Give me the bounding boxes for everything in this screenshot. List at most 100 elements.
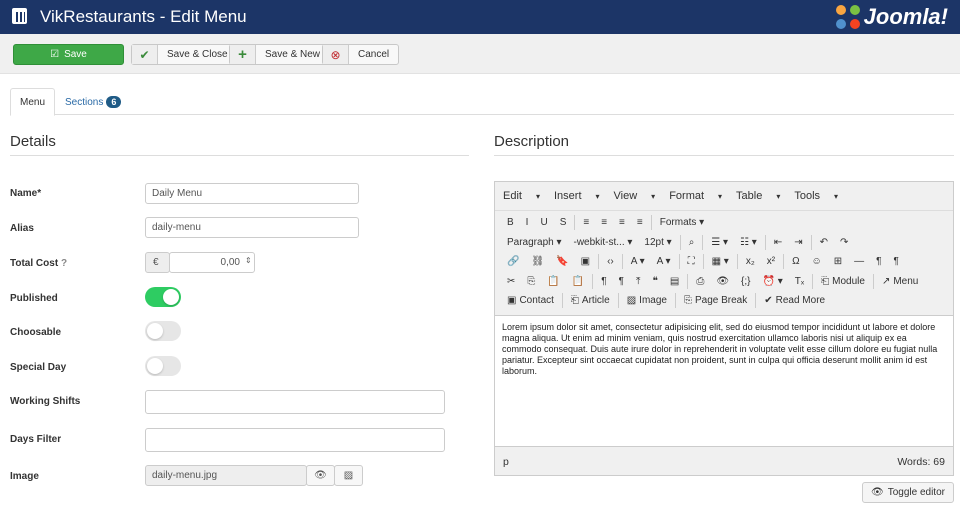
- description-heading: Description: [494, 133, 570, 150]
- cut-button[interactable]: ✂: [501, 276, 521, 287]
- visual-chars-button[interactable]: ¶: [595, 276, 612, 287]
- days-filter-input[interactable]: [145, 428, 445, 452]
- table-button[interactable]: ▦ ▾: [706, 256, 735, 267]
- copy-button[interactable]: ⎘: [521, 276, 541, 287]
- bold-button[interactable]: B: [501, 217, 520, 228]
- bold-icon: B: [507, 217, 514, 229]
- strikethrough-button[interactable]: S: [554, 217, 573, 228]
- tab-sections[interactable]: Sections 6: [56, 88, 130, 115]
- menu-insert[interactable]: Insert: [554, 190, 582, 202]
- spinner-icon[interactable]: ⇕: [245, 256, 252, 265]
- align-left-button[interactable]: ≡: [577, 217, 595, 228]
- redo-button[interactable]: ↷: [834, 237, 854, 248]
- total-cost-input[interactable]: 0,00: [169, 252, 255, 273]
- menu-tools[interactable]: Tools: [794, 190, 820, 202]
- bookmark-button[interactable]: 🔖: [550, 256, 574, 267]
- upload-icon: ⤒: [636, 275, 641, 287]
- read-more-button[interactable]: ✔ Read More: [758, 295, 831, 306]
- save-close-button[interactable]: ✔ Save & Close: [131, 44, 238, 65]
- dropdown-button[interactable]: -webkit-st... ▾: [568, 237, 639, 248]
- underline-button[interactable]: U: [534, 217, 553, 228]
- media-button[interactable]: ⊞: [828, 256, 848, 267]
- save-new-button[interactable]: + Save & New: [229, 44, 331, 65]
- menu-button[interactable]: ↗ Menu: [876, 276, 924, 287]
- find-button[interactable]: ⌕: [683, 237, 701, 248]
- editor-content[interactable]: Lorem ipsum dolor sit amet, consectetur …: [495, 315, 953, 447]
- help-icon[interactable]: ?: [61, 258, 67, 269]
- code-button[interactable]: ‹›: [601, 256, 620, 267]
- image-button[interactable]: ▣: [575, 256, 596, 267]
- name-input[interactable]: Daily Menu: [145, 183, 359, 204]
- superscript-button[interactable]: x²: [761, 256, 781, 267]
- clear-format-button[interactable]: Tₓ: [789, 276, 810, 287]
- image-input[interactable]: daily-menu.jpg: [145, 465, 307, 486]
- module-button[interactable]: ⎗ Module: [815, 276, 871, 287]
- plus-icon: +: [230, 45, 256, 64]
- preview-image-button[interactable]: 👁: [306, 465, 335, 486]
- paste-button[interactable]: 📋: [541, 276, 565, 287]
- joomla-logo[interactable]: Joomla!: [835, 4, 948, 30]
- contact-button[interactable]: ▣ Contact: [501, 295, 560, 306]
- save-close-label: Save & Close: [167, 49, 228, 60]
- image-label: Image: [10, 471, 39, 482]
- code-sample-button[interactable]: {;}: [735, 276, 756, 287]
- toggle-editor-button[interactable]: 👁 Toggle editor: [862, 482, 954, 503]
- italic-button[interactable]: I: [520, 217, 535, 228]
- visual-blocks-icon: ¶: [618, 275, 625, 287]
- subscript-button[interactable]: x₂: [740, 256, 761, 267]
- ltr-button[interactable]: ¶: [870, 256, 887, 267]
- eye-icon: 👁: [871, 487, 884, 498]
- dropdown-button[interactable]: 12pt ▾: [638, 237, 677, 248]
- insert-time-button[interactable]: ⏰ ▾: [756, 276, 788, 287]
- menu-view[interactable]: View: [614, 190, 638, 202]
- separator: [687, 273, 689, 289]
- alias-input[interactable]: daily-menu: [145, 217, 359, 238]
- menu-table[interactable]: Table: [736, 190, 762, 202]
- align-right-button[interactable]: ≡: [613, 217, 631, 228]
- blockquote-button[interactable]: ❝: [646, 276, 663, 287]
- dropdown-button[interactable]: Formats ▾: [654, 217, 710, 228]
- numbered-list-button[interactable]: ☷ ▾: [734, 237, 763, 248]
- working-shifts-input[interactable]: [145, 390, 445, 414]
- save-button[interactable]: ☑ Save: [13, 44, 124, 65]
- special-char-button[interactable]: Ω: [786, 256, 805, 267]
- upload-button[interactable]: ⤒: [630, 276, 646, 287]
- cancel-button[interactable]: ⊗ Cancel: [322, 44, 400, 65]
- unlink-button[interactable]: ⛓: [525, 256, 550, 267]
- separator: [574, 215, 576, 231]
- sections-count-badge: 6: [106, 96, 122, 108]
- fullscreen-button[interactable]: ⛶: [682, 256, 701, 267]
- article-button[interactable]: ⎗ Article: [565, 295, 616, 306]
- published-toggle[interactable]: [145, 287, 181, 307]
- indent-button[interactable]: ⇥: [788, 237, 808, 248]
- element-path[interactable]: p: [503, 456, 509, 468]
- text-color-button[interactable]: A ▾: [625, 256, 651, 267]
- print-button[interactable]: ⎙: [690, 276, 710, 287]
- outdent-button[interactable]: ⇤: [768, 237, 788, 248]
- align-justify-button[interactable]: ≡: [631, 217, 649, 228]
- paste-text-button[interactable]: 📋: [566, 276, 590, 287]
- template-button[interactable]: ▤: [664, 276, 685, 287]
- copy-icon: ⎘: [527, 275, 536, 287]
- emoticons-button[interactable]: ☺: [806, 256, 828, 267]
- hr-button[interactable]: —: [848, 256, 870, 267]
- image-button[interactable]: ▨ Image: [621, 295, 673, 306]
- align-center-button[interactable]: ≡: [595, 217, 613, 228]
- menu-edit[interactable]: Edit: [503, 190, 522, 202]
- background-color-button[interactable]: A ▾: [651, 256, 677, 267]
- undo-button[interactable]: ↶: [814, 237, 834, 248]
- visual-blocks-button[interactable]: ¶: [613, 276, 630, 287]
- rtl-button[interactable]: ¶: [888, 256, 905, 267]
- page-break-button[interactable]: ⎘ Page Break: [678, 295, 753, 306]
- bullet-list-button[interactable]: ☰ ▾: [705, 237, 734, 248]
- choosable-toggle[interactable]: [145, 321, 181, 341]
- preview-button[interactable]: 👁: [710, 276, 735, 287]
- special-day-toggle[interactable]: [145, 356, 181, 376]
- divider: [10, 155, 469, 156]
- tab-menu[interactable]: Menu: [10, 88, 56, 116]
- menu-format[interactable]: Format: [669, 190, 704, 202]
- caret-down-icon: ▾: [595, 191, 600, 201]
- select-image-button[interactable]: ▨: [334, 465, 363, 486]
- dropdown-button[interactable]: Paragraph ▾: [501, 237, 568, 248]
- link-button[interactable]: 🔗: [501, 256, 525, 267]
